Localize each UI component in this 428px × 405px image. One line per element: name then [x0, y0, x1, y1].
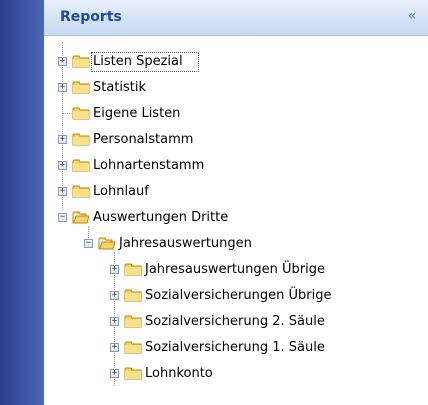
- tree-node-label[interactable]: Sozialversicherungen Übrige: [145, 288, 331, 304]
- expand-toggle[interactable]: +: [58, 57, 67, 66]
- folder-icon: [124, 341, 142, 354]
- tree-node-auswertungen-dritte[interactable]: − Auswertungen Dritte: [44, 208, 428, 228]
- tree-node-jahresauswertungen-uebrige[interactable]: + Jahresauswertungen Übrige: [44, 260, 428, 280]
- tree-node-label[interactable]: Jahresauswertungen Übrige: [145, 262, 325, 278]
- tree-node-sozialversicherung-2-saeule[interactable]: + Sozialversicherung 2. Säule: [44, 312, 428, 332]
- tree-node-label[interactable]: Listen Spezial: [91, 52, 199, 72]
- reports-tree: + Listen Spezial + Statistik Eigene List…: [44, 36, 428, 405]
- folder-open-icon: [72, 211, 90, 224]
- tree-node-label[interactable]: Lohnkonto: [145, 366, 213, 382]
- tree-node-label[interactable]: Eigene Listen: [93, 106, 180, 122]
- folder-icon: [72, 185, 90, 198]
- folder-icon: [124, 263, 142, 276]
- collapse-toggle[interactable]: −: [84, 239, 93, 248]
- collapse-panel-button[interactable]: «: [402, 6, 422, 26]
- tree-node-statistik[interactable]: + Statistik: [44, 78, 428, 98]
- folder-open-icon: [98, 237, 116, 250]
- tree-node-lohnartenstamm[interactable]: + Lohnartenstamm: [44, 156, 428, 176]
- reports-panel: Reports « + Listen Spezial + Statistik E…: [44, 0, 428, 405]
- folder-icon: [72, 81, 90, 94]
- folder-icon: [72, 133, 90, 146]
- expand-toggle[interactable]: +: [110, 265, 119, 274]
- panel-title: Reports: [60, 9, 122, 25]
- folder-icon: [72, 55, 90, 68]
- folder-icon: [72, 107, 90, 120]
- tree-node-sozialversicherung-1-saeule[interactable]: + Sozialversicherung 1. Säule: [44, 338, 428, 358]
- expand-toggle[interactable]: +: [110, 369, 119, 378]
- tree-node-lohnlauf[interactable]: + Lohnlauf: [44, 182, 428, 202]
- tree-node-sozialversicherungen-uebrige[interactable]: + Sozialversicherungen Übrige: [44, 286, 428, 306]
- tree-node-label[interactable]: Statistik: [93, 80, 146, 96]
- tree-node-label[interactable]: Jahresauswertungen: [119, 236, 252, 252]
- tree-node-eigene-listen[interactable]: Eigene Listen: [44, 104, 428, 124]
- expand-toggle[interactable]: +: [110, 317, 119, 326]
- expand-toggle[interactable]: +: [58, 187, 67, 196]
- left-navigation-strip: [0, 0, 44, 405]
- tree-node-label[interactable]: Sozialversicherung 2. Säule: [145, 314, 325, 330]
- expand-toggle[interactable]: +: [58, 135, 67, 144]
- expand-toggle[interactable]: +: [58, 83, 67, 92]
- folder-icon: [124, 367, 142, 380]
- tree-node-label[interactable]: Personalstamm: [93, 132, 193, 148]
- tree-guide-branch: [62, 113, 72, 114]
- tree-node-label[interactable]: Sozialversicherung 1. Säule: [145, 340, 325, 356]
- tree-node-label[interactable]: Lohnlauf: [93, 184, 149, 200]
- folder-icon: [124, 289, 142, 302]
- folder-icon: [72, 159, 90, 172]
- expand-toggle[interactable]: +: [110, 343, 119, 352]
- tree-node-listen-spezial[interactable]: + Listen Spezial: [44, 52, 428, 72]
- panel-header: Reports «: [44, 0, 428, 36]
- tree-node-label[interactable]: Auswertungen Dritte: [93, 210, 228, 226]
- tree-node-label[interactable]: Lohnartenstamm: [93, 158, 204, 174]
- collapse-toggle[interactable]: −: [58, 213, 67, 222]
- expand-toggle[interactable]: +: [110, 291, 119, 300]
- tree-node-jahresauswertungen[interactable]: − Jahresauswertungen: [44, 234, 428, 254]
- tree-node-personalstamm[interactable]: + Personalstamm: [44, 130, 428, 150]
- tree-node-lohnkonto[interactable]: + Lohnkonto: [44, 364, 428, 384]
- folder-icon: [124, 315, 142, 328]
- expand-toggle[interactable]: +: [58, 161, 67, 170]
